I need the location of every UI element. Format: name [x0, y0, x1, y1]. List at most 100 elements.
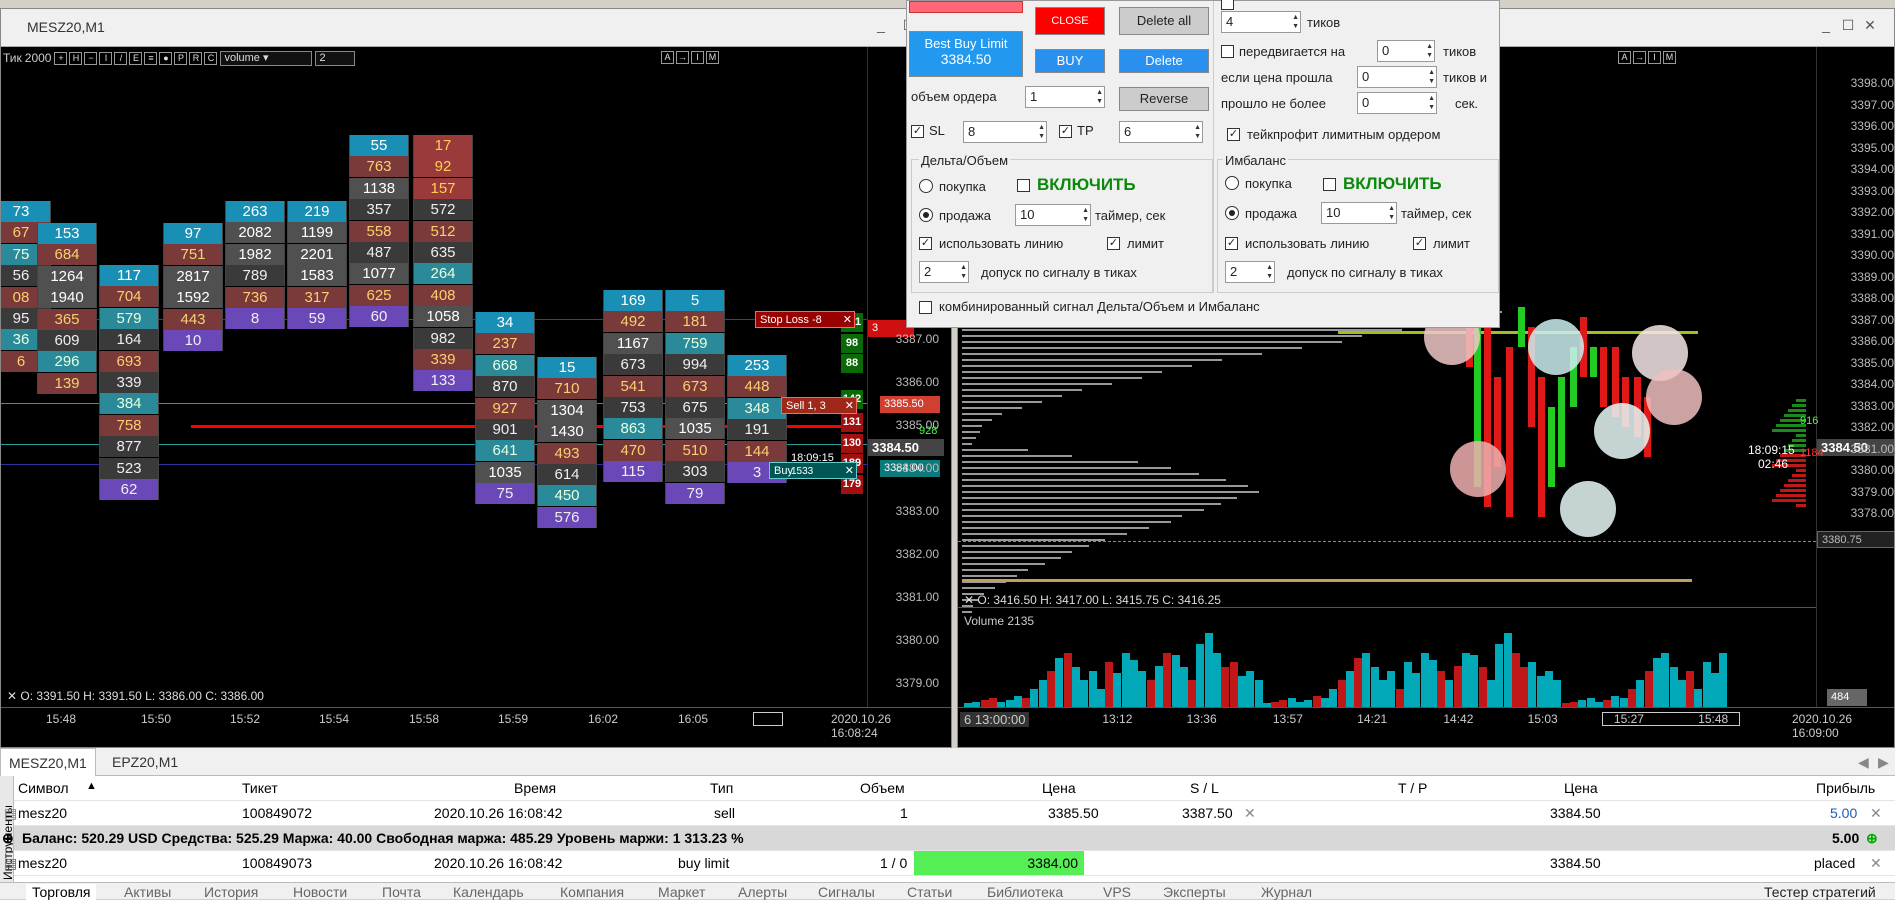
sell-button-partial[interactable] — [909, 1, 1023, 13]
volume-profile-bar — [962, 575, 1017, 577]
trail-checkbox[interactable] — [1221, 0, 1234, 10]
sl-stepper[interactable]: 8 — [963, 121, 1047, 143]
price-label: 3383.00 — [895, 504, 939, 518]
cluster-cell: 153 — [37, 223, 97, 244]
sell-label[interactable]: Sell 1, 3 ✕ — [781, 397, 857, 414]
reverse-button[interactable]: Reverse — [1119, 87, 1209, 111]
col-sl[interactable]: S / L — [1190, 780, 1219, 796]
delta-sell-radio[interactable] — [919, 208, 933, 222]
delta-limit-checkbox[interactable]: ✓ — [1107, 237, 1120, 250]
cluster-cell: 34 — [475, 312, 535, 333]
volume-label: объем ордера — [911, 89, 997, 104]
cluster-cell: 579 — [99, 307, 159, 329]
bottom-tab[interactable]: Почта — [382, 884, 421, 900]
table-row[interactable]: ▤ mesz20 100849073 2020.10.26 16:08:42 b… — [4, 851, 1895, 876]
expand-icon[interactable]: ⊕ — [2, 830, 14, 847]
add-icon[interactable]: ⊕ — [1866, 830, 1878, 847]
imb-tolerance-label: допуск по сигналу в тиках — [1287, 265, 1443, 280]
tp-limit-checkbox[interactable]: ✓ — [1227, 128, 1240, 141]
maximize-icon[interactable]: ☐ — [1840, 17, 1856, 33]
volume-profile-bar — [962, 431, 980, 433]
minimize-icon[interactable]: _ — [1818, 17, 1834, 33]
tab-strategy-tester[interactable]: Тестер стратегий — [1764, 884, 1876, 900]
delete-all-button[interactable]: Delete all — [1119, 7, 1209, 35]
if-price-stepper[interactable]: 0 — [1357, 66, 1437, 88]
imb-buy-radio[interactable] — [1225, 176, 1239, 190]
bottom-tab[interactable]: VPS — [1103, 884, 1131, 900]
volume-bar — [1462, 653, 1470, 707]
price-label: 3393.00 — [1850, 183, 1894, 198]
bottom-tab[interactable]: Сигналы — [818, 884, 875, 900]
bottom-tab[interactable]: Журнал — [1261, 884, 1312, 900]
remove-sl-icon[interactable]: ✕ — [1244, 805, 1256, 822]
col-type[interactable]: Тип — [710, 780, 733, 796]
delete-button[interactable]: Delete — [1119, 49, 1209, 73]
passed-stepper[interactable]: 0 — [1357, 92, 1437, 114]
close-window-icon[interactable]: ✕ — [1862, 17, 1878, 33]
bottom-tab[interactable]: Маркет — [658, 884, 705, 900]
delta-timer-stepper[interactable]: 10 — [1015, 204, 1091, 226]
imb-enable-checkbox[interactable] — [1323, 178, 1336, 191]
bottom-tab[interactable]: Эксперты — [1163, 884, 1226, 900]
buy-button[interactable]: BUY — [1035, 49, 1105, 73]
tabs-scroll-right-icon[interactable]: ▶ — [1870, 748, 1895, 776]
tp-checkbox[interactable]: ✓ — [1059, 125, 1072, 138]
tp-stepper[interactable]: 6 — [1119, 121, 1203, 143]
delta-buy-radio[interactable] — [919, 179, 933, 193]
imb-limit-checkbox[interactable]: ✓ — [1413, 237, 1426, 250]
tab-epz20[interactable]: EPZ20,M1 — [104, 748, 186, 776]
close-icon[interactable]: ✕ — [843, 312, 852, 329]
moves-checkbox[interactable] — [1221, 45, 1234, 58]
close-button[interactable]: CLOSE — [1035, 7, 1105, 35]
ticks-stepper[interactable]: 4 — [1221, 11, 1301, 33]
delete-order-icon[interactable]: ✕ — [1870, 855, 1882, 872]
col-price[interactable]: Цена — [1042, 780, 1076, 796]
imb-sell-radio[interactable] — [1225, 206, 1239, 220]
bottom-tab[interactable]: Календарь — [453, 884, 524, 900]
close-icon[interactable]: ✕ — [845, 398, 854, 415]
sl-label: SL — [929, 123, 945, 138]
volume-bar — [1096, 689, 1105, 707]
delta-use-line-checkbox[interactable]: ✓ — [919, 237, 932, 250]
imb-use-line-checkbox[interactable]: ✓ — [1225, 237, 1238, 250]
bottom-tab[interactable]: Активы — [124, 884, 171, 900]
col-time[interactable]: Время — [514, 780, 556, 796]
close-icon[interactable]: ✕ — [845, 463, 854, 480]
cluster-cell: 927 — [475, 397, 535, 419]
imb-timer-stepper[interactable]: 10 — [1321, 202, 1397, 224]
cluster-cell: 55 — [349, 135, 409, 156]
col-profit[interactable]: Прибыль — [1816, 780, 1875, 796]
bottom-tab[interactable]: Статьи — [907, 884, 952, 900]
col-volume[interactable]: Объем — [860, 780, 905, 796]
col-ticket[interactable]: Тикет — [242, 780, 278, 796]
stop-loss-label[interactable]: Stop Loss -8 ✕ — [755, 311, 855, 328]
volume-stepper[interactable]: 1 — [1025, 86, 1105, 108]
col-current-price[interactable]: Цена — [1564, 780, 1598, 796]
delta-tolerance-stepper[interactable]: 2 — [919, 261, 969, 283]
imb-tolerance-stepper[interactable]: 2 — [1225, 261, 1275, 283]
crosshair-icon: ✕ — [7, 689, 18, 703]
table-row[interactable]: ▤ mesz20 100849072 2020.10.26 16:08:42 s… — [4, 801, 1895, 826]
minimize-icon[interactable]: _ — [873, 17, 889, 33]
moves-stepper[interactable]: 0 — [1377, 40, 1435, 62]
bottom-tab[interactable]: Новости — [293, 884, 347, 900]
best-buy-limit-button[interactable]: Best Buy Limit 3384.50 — [909, 31, 1023, 77]
left-ohlc: ✕ O: 3391.50 H: 3391.50 L: 3386.00 C: 33… — [7, 689, 264, 703]
bottom-tab[interactable]: История — [204, 884, 258, 900]
sl-checkbox[interactable]: ✓ — [911, 125, 924, 138]
bottom-tab[interactable]: Торговля — [26, 884, 97, 900]
close-order-icon[interactable]: ✕ — [1870, 805, 1882, 822]
bottom-tab[interactable]: Алерты — [738, 884, 787, 900]
tab-mesz20[interactable]: MESZ20,M1 — [0, 748, 96, 776]
cluster-cell: 1167 — [603, 332, 663, 354]
sort-up-icon[interactable]: ▲ — [86, 780, 97, 792]
bottom-tab[interactable]: Компания — [560, 884, 624, 900]
combined-checkbox[interactable] — [919, 301, 932, 314]
col-symbol[interactable]: Символ — [18, 780, 68, 796]
cluster-chart[interactable]: 73 67 75 56 08 95 36 6 153 684 1264 1940 365 609 296 13… — [1, 47, 867, 707]
time-scroll-box[interactable] — [753, 712, 783, 726]
delta-enable-checkbox[interactable] — [1017, 179, 1030, 192]
bottom-tab[interactable]: Библиотека — [987, 884, 1063, 900]
col-tp[interactable]: T / P — [1398, 780, 1427, 796]
time-label: 13:12 — [1102, 712, 1133, 726]
